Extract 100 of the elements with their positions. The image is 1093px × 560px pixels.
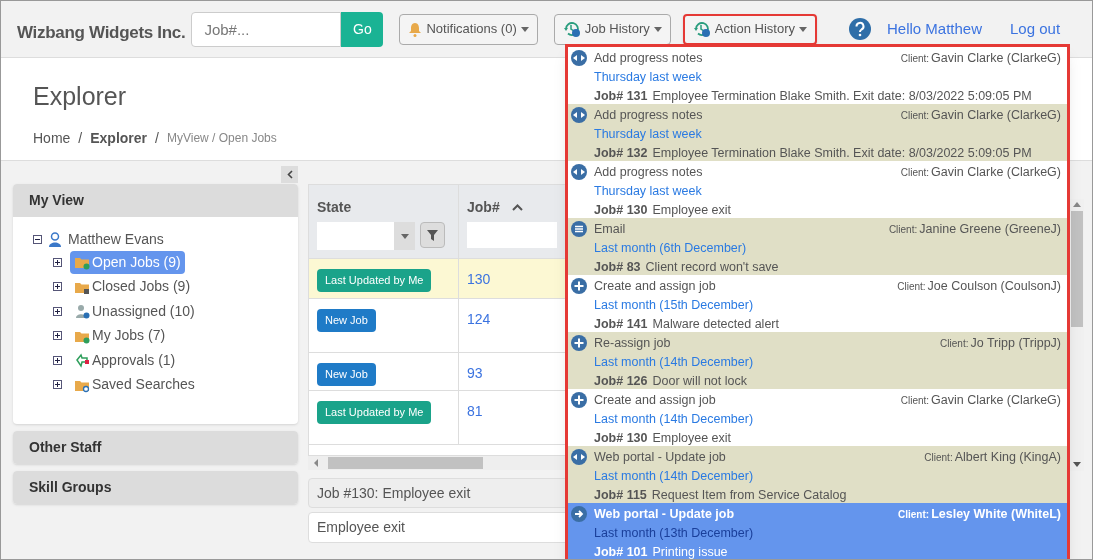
action-name: Add progress notes	[594, 50, 703, 67]
menu-item[interactable]: Create and assign job Client: Joe Coulson (CoulsonJ) Last month (15th December) Job# 141 Malware detected alert	[568, 275, 1067, 332]
summary-field[interactable]: Employee exit	[308, 512, 566, 543]
expand-icon[interactable]	[53, 282, 62, 292]
menu-item[interactable]: Create and assign job Client: Gavin Clarke (ClarkeG) Last month (14th December) Job# 130 Employee exit	[568, 389, 1067, 446]
tree-item[interactable]: Closed Jobs (9)	[70, 275, 195, 299]
table-row[interactable]: New Job 93	[309, 353, 565, 391]
client-name: Jo Tripp (TrippJ)	[970, 335, 1061, 352]
menu-item[interactable]: Re-assign job Client: Jo Tripp (TrippJ) Last month (14th December) Job# 126 Door will not lock	[568, 332, 1067, 389]
breadcrumb-separator: /	[78, 128, 83, 148]
scroll-up-icon[interactable]	[1072, 202, 1081, 207]
panel-header[interactable]: Skill Groups	[13, 471, 298, 504]
job-search-field[interactable]: Job#...	[191, 11, 342, 47]
action-time: Thursday last week	[594, 70, 702, 84]
action-time: Last month (14th December)	[594, 412, 754, 426]
tree-item-label: Open Jobs (9)	[92, 252, 181, 272]
plus-icon	[571, 335, 587, 351]
action-name: Web portal - Update job	[594, 449, 726, 466]
action-history-button[interactable]: Action History	[682, 13, 817, 45]
action-name: Add progress notes	[594, 164, 703, 181]
panel-header[interactable]: My View	[13, 184, 298, 217]
job-description: Malware detected alert	[652, 316, 779, 333]
menu-item[interactable]: Add progress notes Client: Gavin Clarke (ClarkeG) Thursday last week Job# 130 Employee exit	[568, 161, 1067, 218]
scroll-left-icon[interactable]	[312, 459, 320, 467]
tree-item-label: My Jobs (7)	[92, 326, 166, 346]
action-name: Create and assign job	[594, 278, 716, 295]
client-label: Client:	[897, 280, 926, 294]
job-number: Job# 126	[594, 373, 648, 390]
table-row[interactable]: Last Updated by Me 81	[309, 391, 565, 445]
column-header[interactable]: State	[317, 197, 450, 218]
menu-item[interactable]: Web portal - Update job Client: Albert King (KingA) Last month (14th December) Job# 115 Request Item from Service Catalog	[568, 446, 1067, 503]
user-greeting-link[interactable]: Hello Matthew	[886, 17, 982, 41]
client-label: Client:	[900, 166, 930, 180]
job-history-button[interactable]: Job History	[553, 13, 671, 45]
notifications-button[interactable]: Notifications (0)	[399, 13, 538, 45]
column-header[interactable]: Job#	[467, 197, 557, 218]
state-badge: New Job	[317, 363, 376, 386]
scroll-down-icon[interactable]	[1072, 462, 1081, 467]
client-name: Janine Greene (GreeneJ)	[919, 221, 1061, 238]
tree-item-label: Approvals (1)	[92, 350, 176, 370]
filter-button[interactable]	[420, 222, 445, 248]
client-name: Gavin Clarke (ClarkeG)	[931, 392, 1061, 409]
sort-up-icon	[511, 204, 523, 211]
action-time: Thursday last week	[594, 184, 702, 198]
tree-item[interactable]: My Jobs (7)	[70, 324, 170, 348]
client-name: Gavin Clarke (ClarkeG)	[931, 107, 1061, 124]
filter-icon	[427, 229, 438, 241]
tree-item[interactable]: Matthew Evans	[68, 229, 164, 250]
table-row[interactable]: Last Updated by Me 130	[309, 259, 565, 299]
job-number: Job# 130	[594, 430, 648, 447]
panel-header[interactable]: Other Staff	[13, 431, 298, 464]
detail-heading: Job #130: Employee exit	[308, 478, 566, 508]
job-number-link[interactable]: 93	[467, 365, 483, 381]
client-label: Client:	[900, 394, 930, 408]
state-badge: New Job	[317, 309, 376, 332]
expand-icon[interactable]	[53, 355, 62, 365]
menu-item[interactable]: Add progress notes Client: Gavin Clarke (ClarkeG) Thursday last week Job# 132 Employee Termination Blake Smith. Exit date: 8/03/2022 5:09:05 PM	[568, 104, 1067, 161]
job-description: Employee exit	[652, 430, 732, 447]
expand-icon[interactable]	[53, 257, 62, 267]
page-title: Explorer	[33, 81, 127, 112]
client-name: Lesley White (WhiteL)	[931, 506, 1061, 523]
breadcrumb-separator: /	[155, 128, 159, 148]
brand-name: Wizbang Widgets Inc.	[17, 22, 186, 45]
help-icon[interactable]	[848, 18, 871, 40]
action-name: Re-assign job	[594, 335, 671, 352]
job-description: Request Item from Service Catalog	[651, 487, 847, 504]
tree-item[interactable]: Approvals (1)	[70, 348, 180, 372]
breadcrumb-link[interactable]: Explorer	[90, 127, 148, 149]
expand-icon[interactable]	[53, 306, 62, 316]
job-number: Job# 115	[594, 487, 647, 504]
menu-item[interactable]: Web portal - Update job Client: Lesley White (WhiteL) Last month (13th December) Job# 101 Printing issue	[568, 503, 1067, 559]
breadcrumb-link[interactable]: Home	[33, 127, 71, 149]
table-row[interactable]: New Job 124	[309, 299, 565, 353]
horizontal-scrollbar-thumb[interactable]	[328, 457, 483, 469]
caret-icon	[400, 233, 409, 239]
client-name: Joe Coulson (CoulsonJ)	[927, 278, 1061, 295]
arrow-right-icon	[571, 506, 587, 522]
collapse-icon[interactable]	[33, 235, 42, 244]
expand-icon[interactable]	[53, 380, 62, 390]
menu-item[interactable]: Add progress notes Client: Gavin Clarke (ClarkeG) Thursday last week Job# 131 Employee Termination Blake Smith. Exit date: 8/03/2022 5:09:05 PM	[568, 47, 1067, 104]
job-number-link[interactable]: 130	[467, 271, 491, 287]
menu-item[interactable]: Email Client: Janine Greene (GreeneJ) Last month (6th December) Job# 83 Client record won't save	[568, 218, 1067, 275]
client-label: Client:	[940, 337, 969, 351]
job-number-link[interactable]: 81	[467, 403, 483, 419]
caret-icon	[520, 26, 529, 32]
logout-link[interactable]: Log out	[1010, 17, 1061, 41]
vertical-scrollbar-thumb[interactable]	[1070, 211, 1083, 327]
collapse-sidebar-button[interactable]	[281, 166, 298, 183]
client-label: Client:	[924, 451, 953, 465]
user-icon	[48, 232, 62, 247]
breadcrumb-link[interactable]: MyView / Open Jobs	[166, 129, 277, 147]
job-description: Printing issue	[652, 544, 728, 559]
client-label: Client:	[900, 52, 930, 66]
expand-icon[interactable]	[53, 331, 62, 341]
job-number-link[interactable]: 124	[467, 311, 491, 327]
chevron-left-icon	[286, 170, 293, 179]
tree-item[interactable]: Unassigned (10)	[70, 299, 199, 323]
client-name: Albert King (KingA)	[954, 449, 1061, 466]
tree-item[interactable]: Saved Searches	[70, 373, 199, 397]
job-filter-field[interactable]	[467, 222, 557, 248]
